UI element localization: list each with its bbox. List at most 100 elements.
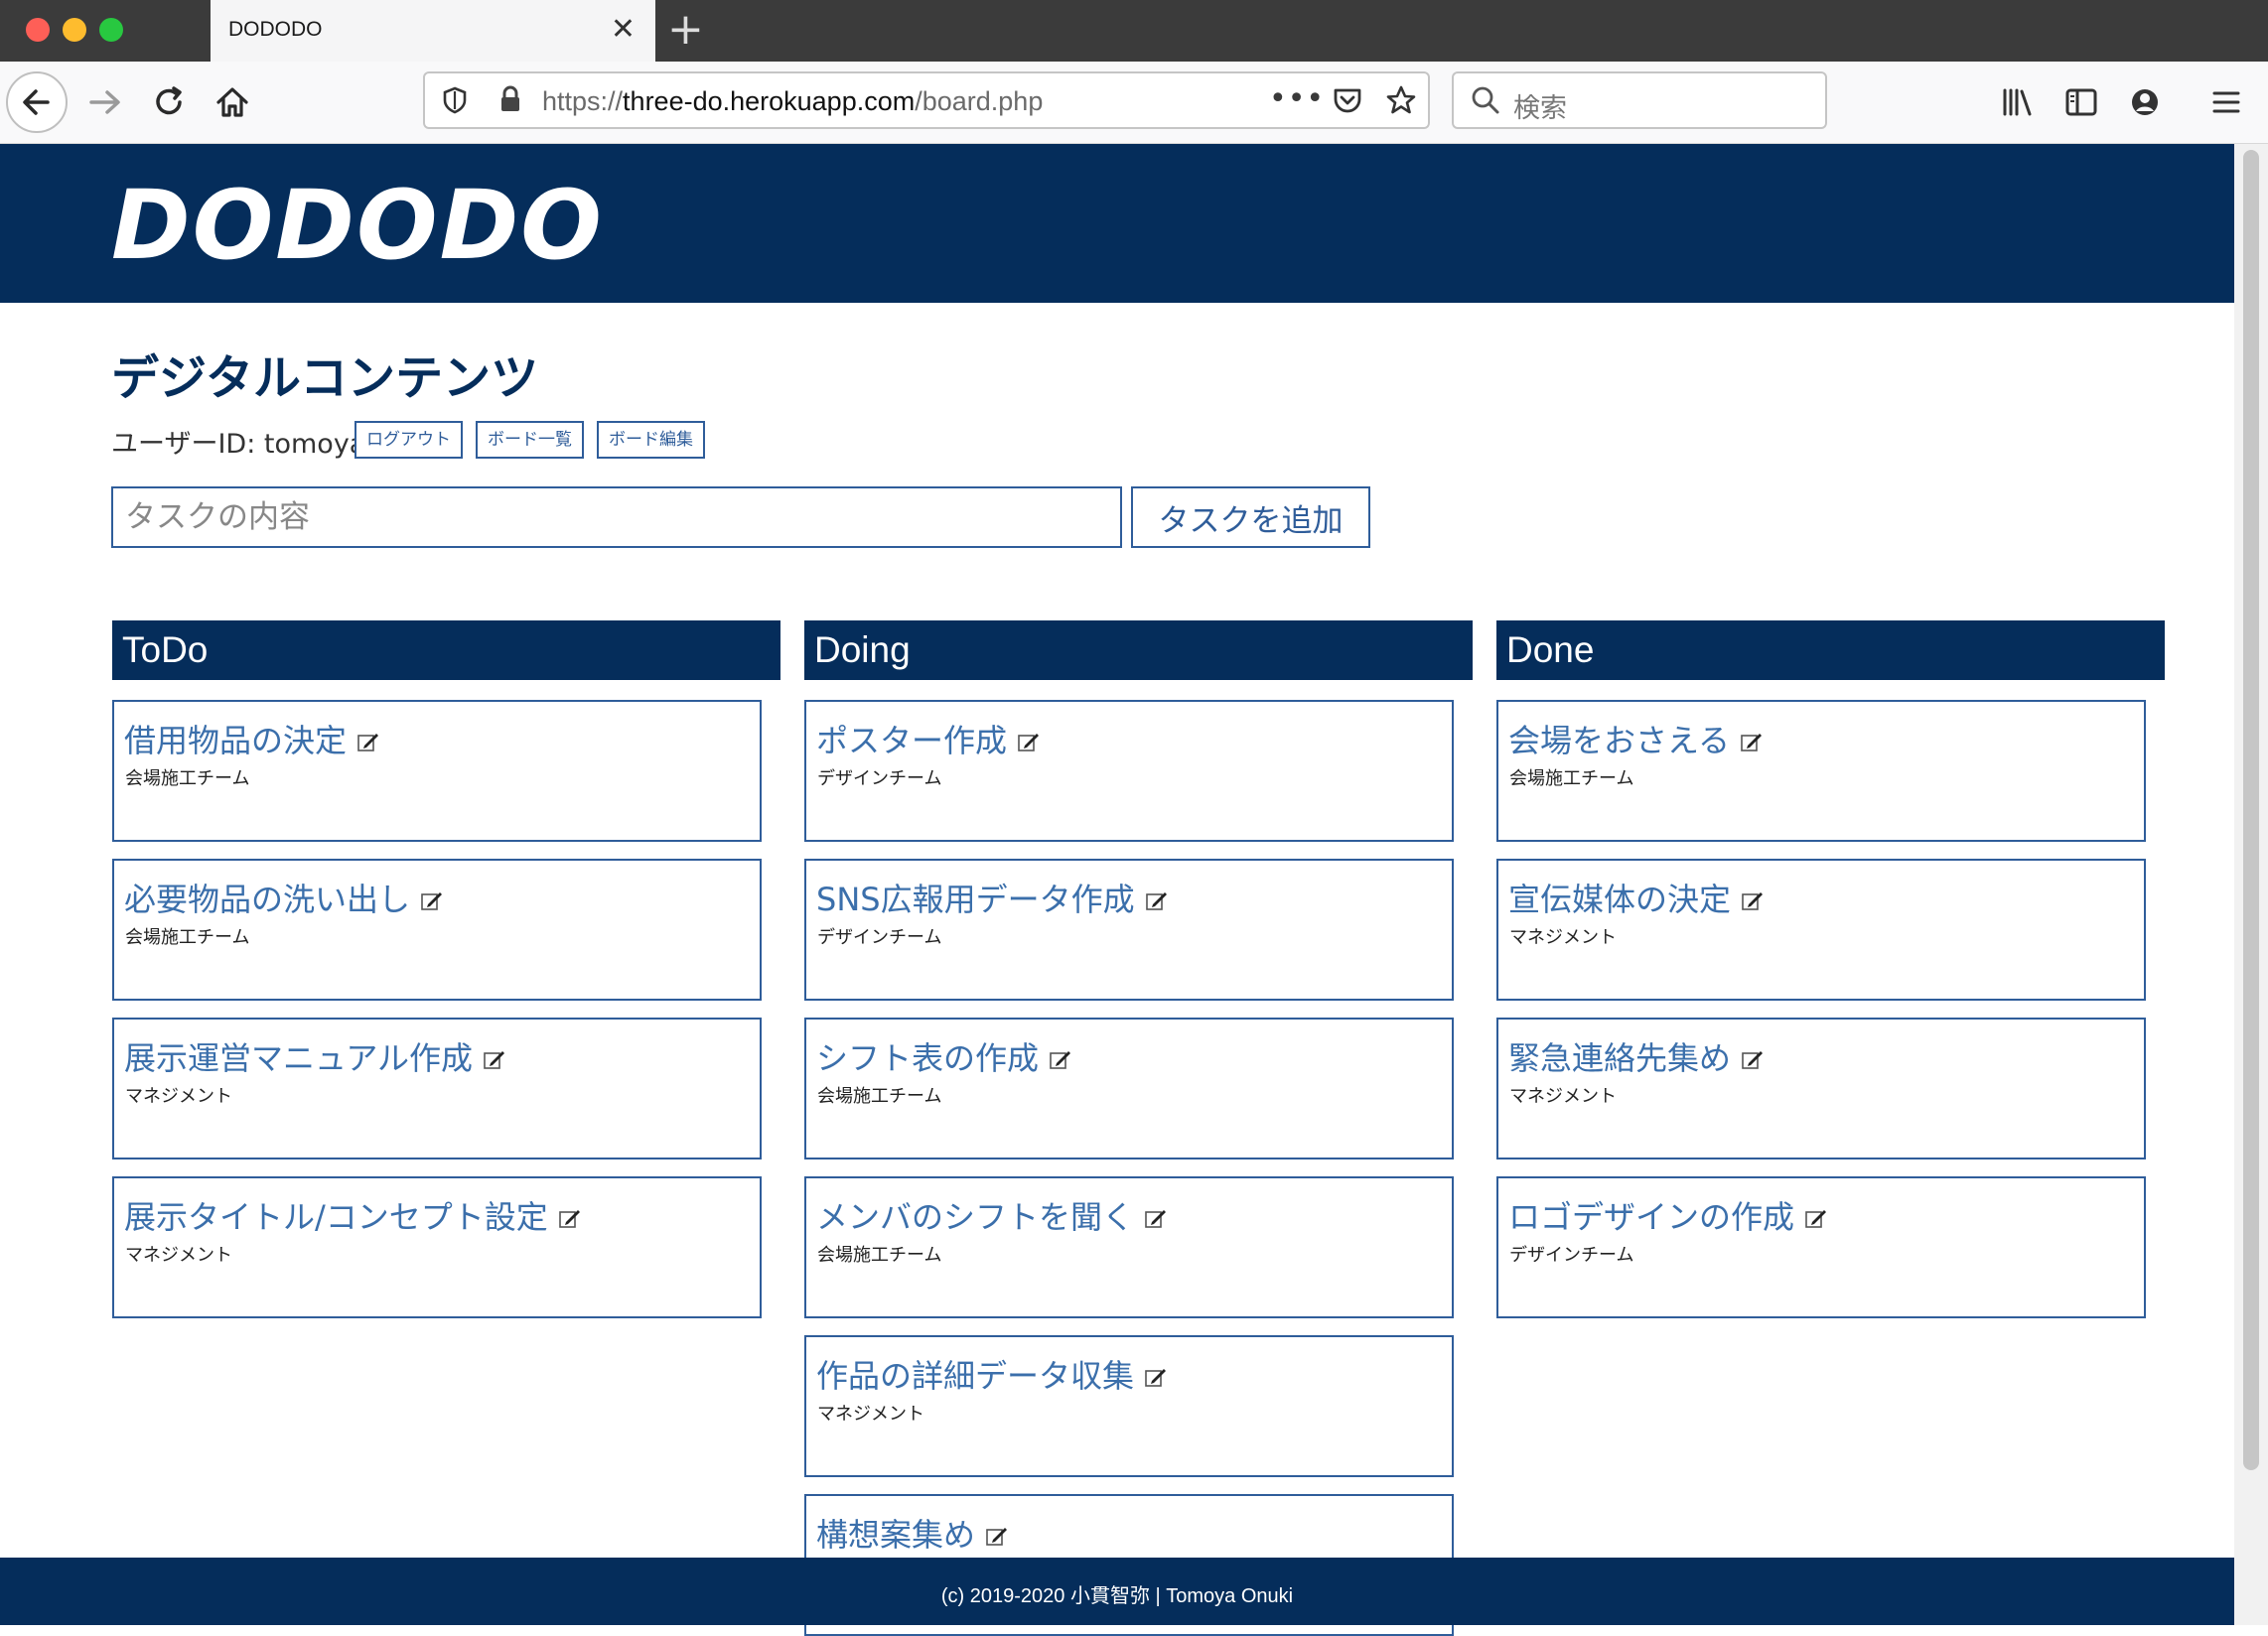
task-title[interactable]: SNS広報用データ作成: [816, 875, 1169, 920]
task-title-text[interactable]: 作品の詳細データ収集: [816, 1357, 1134, 1395]
edit-icon[interactable]: [1144, 1200, 1168, 1238]
edit-icon[interactable]: [1017, 724, 1041, 761]
minimize-window-button[interactable]: [63, 18, 86, 42]
task-card[interactable]: ロゴデザインの作成 デザインチーム: [1496, 1176, 2146, 1318]
search-placeholder: 検索: [1513, 93, 1567, 124]
task-card[interactable]: 展示タイトル/コンセプト設定 マネジメント: [112, 1176, 762, 1318]
task-team: デザインチーム: [817, 768, 942, 789]
add-task-button[interactable]: タスクを追加: [1131, 486, 1370, 548]
task-title-text[interactable]: ロゴデザインの作成: [1508, 1198, 1794, 1236]
task-title-text[interactable]: ポスター作成: [816, 722, 1007, 759]
new-tab-button[interactable]: +: [667, 6, 704, 54]
edit-icon[interactable]: [985, 1518, 1009, 1556]
site-logo[interactable]: DODODO: [111, 176, 604, 275]
task-team: 会場施工チーム: [817, 1245, 942, 1266]
close-window-button[interactable]: [26, 18, 50, 42]
sidebar-icon[interactable]: [2061, 82, 2101, 122]
task-team: 会場施工チーム: [1509, 768, 1634, 789]
task-title-text[interactable]: 構想案集め: [816, 1516, 975, 1554]
task-title[interactable]: 緊急連絡先集め: [1508, 1033, 1765, 1079]
edit-icon[interactable]: [1740, 724, 1764, 761]
task-title-text[interactable]: 宣伝媒体の決定: [1508, 881, 1731, 918]
task-title[interactable]: 構想案集め: [816, 1510, 1009, 1556]
task-title-text[interactable]: 会場をおさえる: [1508, 722, 1730, 759]
edit-icon[interactable]: [1144, 1359, 1168, 1397]
url-prefix: https://: [542, 86, 624, 116]
task-team: デザインチーム: [817, 927, 942, 948]
edit-icon[interactable]: [558, 1200, 582, 1238]
library-icon[interactable]: [1998, 82, 2038, 122]
page-scrollbar[interactable]: [2234, 144, 2268, 1625]
task-title-text[interactable]: メンバのシフトを聞く: [816, 1198, 1134, 1236]
site-footer: (c) 2019-2020 小貫智弥 | Tomoya Onuki: [0, 1558, 2234, 1625]
task-card[interactable]: シフト表の作成会場施工チーム: [804, 1018, 1454, 1159]
site-header: DODODO: [0, 144, 2234, 303]
task-card[interactable]: 必要物品の洗い出し 会場施工チーム: [112, 859, 762, 1001]
task-title[interactable]: 作品の詳細データ収集: [816, 1351, 1168, 1397]
task-title[interactable]: 会場をおさえる: [1508, 716, 1764, 761]
more-icon[interactable]: •••: [1269, 79, 1325, 119]
task-title-text[interactable]: 必要物品の洗い出し: [124, 881, 410, 918]
board-edit-button[interactable]: ボード編集: [597, 421, 705, 459]
task-title-text[interactable]: 借用物品の決定: [124, 722, 347, 759]
task-title[interactable]: 必要物品の洗い出し: [124, 875, 444, 920]
task-title[interactable]: シフト表の作成: [816, 1033, 1072, 1079]
task-card[interactable]: 宣伝媒体の決定 マネジメント: [1496, 859, 2146, 1001]
back-button[interactable]: [6, 71, 68, 133]
task-title[interactable]: 展示運営マニュアル作成: [124, 1033, 506, 1079]
task-title-text[interactable]: 緊急連絡先集め: [1508, 1039, 1731, 1077]
task-card[interactable]: SNS広報用データ作成デザインチーム: [804, 859, 1454, 1001]
task-title[interactable]: 展示タイトル/コンセプト設定: [124, 1192, 582, 1238]
task-team: 会場施工チーム: [817, 1086, 942, 1107]
home-icon[interactable]: [211, 80, 254, 124]
reload-icon[interactable]: [147, 80, 191, 124]
lock-icon[interactable]: [495, 83, 526, 115]
scrollbar-thumb[interactable]: [2243, 150, 2259, 1470]
tab-close-icon[interactable]: ✕: [611, 12, 636, 48]
shield-icon[interactable]: [439, 84, 471, 116]
url-host: three-do.herokuapp.com: [623, 86, 916, 116]
task-card[interactable]: 作品の詳細データ収集 マネジメント: [804, 1335, 1454, 1477]
task-title[interactable]: メンバのシフトを聞く: [816, 1192, 1168, 1238]
url-bar[interactable]: https://three-do.herokuapp.com/board.php…: [423, 71, 1430, 129]
pocket-icon[interactable]: [1331, 83, 1364, 117]
task-team: マネジメント: [125, 1086, 232, 1107]
task-title[interactable]: ポスター作成: [816, 716, 1041, 761]
edit-icon[interactable]: [420, 883, 444, 920]
menu-icon[interactable]: [2206, 82, 2246, 122]
edit-icon[interactable]: [483, 1041, 506, 1079]
column-header-todo: ToDo: [112, 620, 780, 680]
search-icon: [1472, 86, 1499, 114]
task-title[interactable]: 借用物品の決定: [124, 716, 380, 761]
search-bar[interactable]: 検索: [1452, 71, 1827, 129]
task-card[interactable]: ポスター作成デザインチーム: [804, 700, 1454, 842]
task-title-text[interactable]: SNS広報用データ作成: [816, 881, 1135, 918]
account-icon[interactable]: [2125, 82, 2165, 122]
edit-icon[interactable]: [1049, 1041, 1072, 1079]
url-path: /board.php: [915, 86, 1044, 116]
edit-icon[interactable]: [1145, 883, 1169, 920]
browser-tab[interactable]: DODODO ✕: [211, 0, 655, 62]
url-text: https://three-do.herokuapp.com/board.php: [542, 86, 1043, 117]
task-title[interactable]: 宣伝媒体の決定: [1508, 875, 1765, 920]
edit-icon[interactable]: [1804, 1200, 1828, 1238]
task-title[interactable]: ロゴデザインの作成: [1508, 1192, 1828, 1238]
window-titlebar: DODODO ✕ +: [0, 0, 2268, 62]
zoom-window-button[interactable]: [99, 18, 123, 42]
edit-icon[interactable]: [1741, 883, 1765, 920]
forward-arrow-icon[interactable]: [83, 80, 127, 124]
logout-button[interactable]: ログアウト: [354, 421, 463, 459]
edit-icon[interactable]: [356, 724, 380, 761]
task-title-text[interactable]: 展示タイトル/コンセプト設定: [124, 1198, 548, 1236]
task-card[interactable]: 借用物品の決定 会場施工チーム: [112, 700, 762, 842]
task-title-text[interactable]: シフト表の作成: [816, 1039, 1039, 1077]
task-card[interactable]: 緊急連絡先集め マネジメント: [1496, 1018, 2146, 1159]
task-input[interactable]: [111, 486, 1122, 548]
task-card[interactable]: 展示運営マニュアル作成マネジメント: [112, 1018, 762, 1159]
task-card[interactable]: 会場をおさえる会場施工チーム: [1496, 700, 2146, 842]
edit-icon[interactable]: [1741, 1041, 1765, 1079]
task-title-text[interactable]: 展示運営マニュアル作成: [124, 1039, 473, 1077]
task-card[interactable]: メンバのシフトを聞く会場施工チーム: [804, 1176, 1454, 1318]
board-list-button[interactable]: ボード一覧: [476, 421, 584, 459]
star-icon[interactable]: [1384, 83, 1418, 117]
